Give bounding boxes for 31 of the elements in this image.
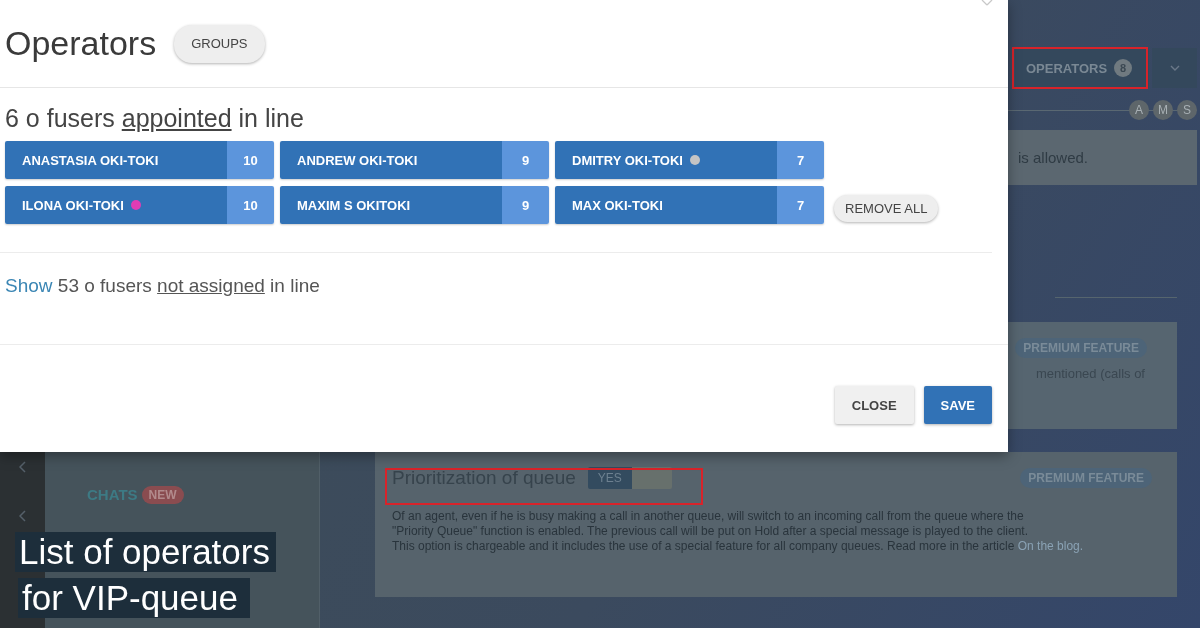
operator-count: 9 bbox=[502, 141, 549, 179]
role-circle[interactable]: M bbox=[1153, 100, 1173, 120]
groups-button[interactable]: GROUPS bbox=[174, 24, 265, 63]
not-assigned-link[interactable]: not assigned bbox=[157, 275, 265, 296]
operator-name: DMITRY OKI-TOKI bbox=[572, 152, 683, 168]
close-button[interactable]: CLOSE bbox=[834, 386, 914, 424]
operator-count: 7 bbox=[777, 141, 824, 179]
chevron-left-icon[interactable] bbox=[18, 510, 27, 522]
save-button[interactable]: SAVE bbox=[923, 386, 992, 424]
operator-name: MAX OKI-TOKI bbox=[572, 197, 663, 213]
new-badge: NEW bbox=[141, 485, 184, 504]
operator-name: ANDREW OKI-TOKI bbox=[297, 152, 418, 168]
role-circle[interactable]: A bbox=[1129, 100, 1149, 120]
show-link[interactable]: Show bbox=[5, 275, 53, 296]
operator-count: 10 bbox=[227, 186, 274, 224]
operator-count: 9 bbox=[502, 186, 549, 224]
operator-name: MAXIM S OKITOKI bbox=[297, 197, 411, 213]
close-icon[interactable] bbox=[981, 0, 993, 6]
tab-label: OPERATORS bbox=[1026, 60, 1108, 76]
operator-name: ANASTASIA OKI-TOKI bbox=[22, 152, 159, 168]
operator-name: ILONA OKI-TOKI bbox=[22, 197, 124, 213]
operator-count: 7 bbox=[777, 186, 824, 224]
role-circle[interactable]: S bbox=[1177, 100, 1197, 120]
remove-all-button[interactable]: REMOVE ALL bbox=[834, 195, 939, 222]
assigned-heading: 6 o fusers appointed in line bbox=[5, 104, 305, 133]
operator-count: 10 bbox=[227, 141, 274, 179]
unassigned-text: Show 53 o fusers not assigned in line bbox=[5, 275, 321, 297]
dialog-title: Operators bbox=[5, 24, 157, 63]
chevron-down-icon bbox=[1169, 65, 1180, 71]
chevron-left-icon[interactable] bbox=[18, 461, 27, 473]
appointed-link[interactable]: appointed bbox=[121, 104, 232, 132]
